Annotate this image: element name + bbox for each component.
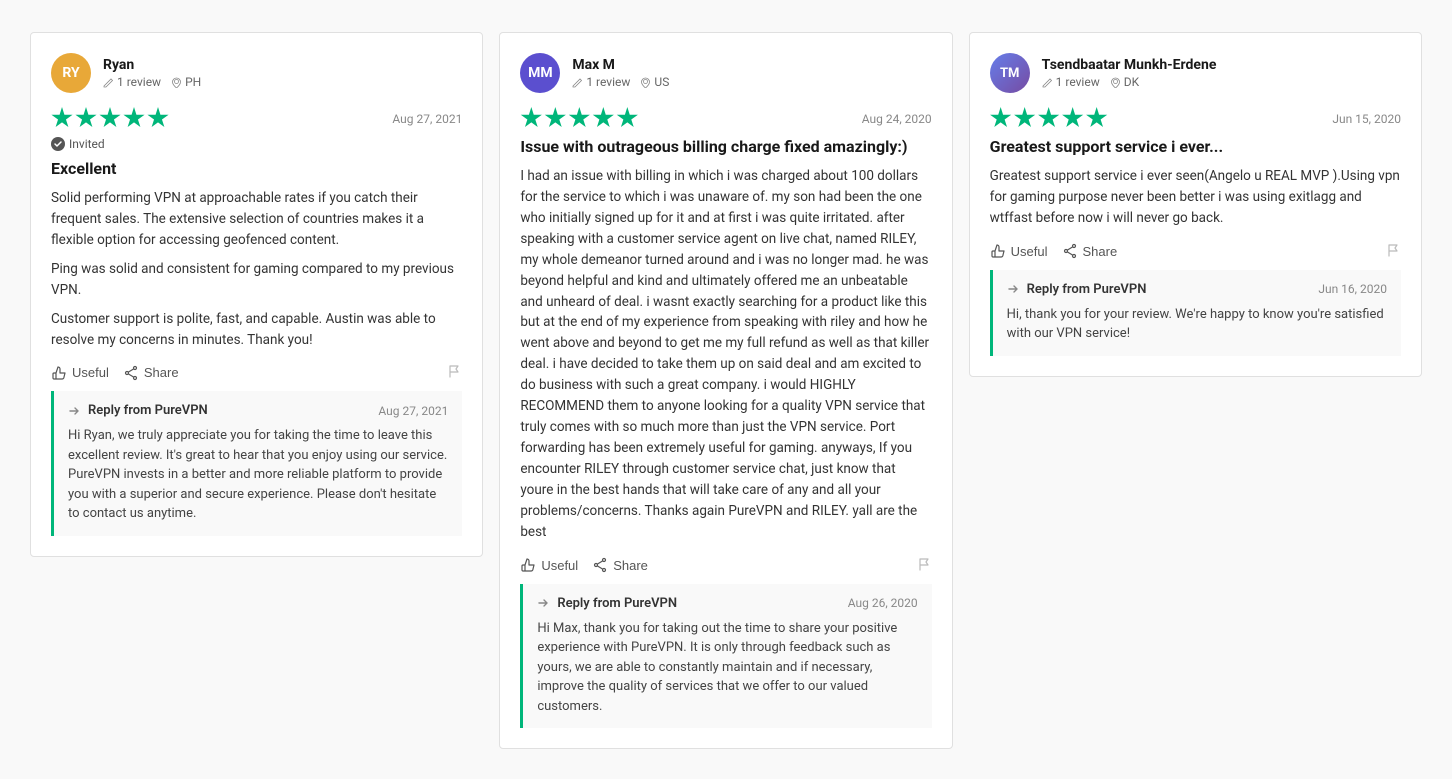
reply-date: Aug 27, 2021 bbox=[378, 404, 448, 418]
flag-button[interactable] bbox=[918, 557, 932, 574]
review-body: Greatest support service i ever seen(Ang… bbox=[990, 166, 1401, 229]
stars bbox=[520, 107, 638, 131]
pencil-icon bbox=[572, 77, 583, 88]
share-button[interactable]: Share bbox=[1062, 243, 1118, 259]
check-circle-icon bbox=[51, 137, 65, 151]
review-paragraph: Greatest support service i ever seen(Ang… bbox=[990, 166, 1401, 229]
reply-icon bbox=[537, 596, 551, 610]
thumbs-up-icon bbox=[520, 557, 536, 573]
reply-from: Reply from PureVPN bbox=[1007, 282, 1147, 297]
useful-button[interactable]: Useful bbox=[990, 243, 1048, 259]
action-left: Useful Share bbox=[51, 365, 179, 381]
reviewer-meta: 1 review PH bbox=[103, 75, 462, 89]
reply-date: Jun 16, 2020 bbox=[1318, 282, 1387, 296]
page-header bbox=[0, 0, 1452, 32]
thumbs-up-icon bbox=[990, 243, 1006, 259]
reviewer-info: Ryan 1 review bbox=[103, 57, 462, 89]
location-icon bbox=[640, 77, 651, 88]
reviewer-reviews: 1 review bbox=[572, 75, 630, 89]
reviewer-meta: 1 review US bbox=[572, 75, 931, 89]
reply-body: Hi, thank you for your review. We're hap… bbox=[1007, 305, 1387, 344]
invited-label: Invited bbox=[69, 137, 105, 151]
reviewer-meta: 1 review DK bbox=[1042, 75, 1401, 89]
reviewer-name: Max M bbox=[572, 57, 931, 73]
flag-button[interactable] bbox=[448, 364, 462, 381]
reply-body: Hi Ryan, we truly appreciate you for tak… bbox=[68, 426, 448, 524]
reply-date: Aug 26, 2020 bbox=[848, 596, 918, 610]
avatar: RY bbox=[51, 53, 91, 93]
reviewer-info: Max M 1 review bbox=[572, 57, 931, 89]
review-rating-row: Jun 15, 2020 bbox=[990, 107, 1401, 131]
pencil-icon bbox=[103, 77, 114, 88]
reply-from: Reply from PureVPN bbox=[537, 596, 677, 611]
review-body: I had an issue with billing in which i w… bbox=[520, 166, 931, 543]
share-icon bbox=[592, 557, 608, 573]
reviewer-name: Tsendbaatar Munkh-Erdene bbox=[1042, 57, 1401, 73]
useful-button[interactable]: Useful bbox=[51, 365, 109, 381]
flag-icon bbox=[918, 557, 932, 571]
reviewer-info: Tsendbaatar Munkh-Erdene 1 review bbox=[1042, 57, 1401, 89]
reply-box: Reply from PureVPN Jun 16, 2020 Hi, than… bbox=[990, 270, 1401, 356]
flag-button[interactable] bbox=[1387, 243, 1401, 260]
review-date: Jun 15, 2020 bbox=[1332, 112, 1401, 126]
thumbs-up-icon bbox=[51, 365, 67, 381]
avatar: TM bbox=[990, 53, 1030, 93]
reply-body: Hi Max, thank you for taking out the tim… bbox=[537, 619, 917, 717]
share-icon bbox=[123, 365, 139, 381]
review-card: TM Tsendbaatar Munkh-Erdene 1 review bbox=[969, 32, 1422, 377]
review-actions: Useful Share bbox=[520, 557, 931, 574]
review-title: Excellent bbox=[51, 159, 462, 178]
reviewer-name: Ryan bbox=[103, 57, 462, 73]
share-icon bbox=[1062, 243, 1078, 259]
review-title: Greatest support service i ever... bbox=[990, 137, 1401, 156]
review-card: RY Ryan 1 review bbox=[30, 32, 483, 557]
review-actions: Useful Share bbox=[990, 243, 1401, 260]
reply-header: Reply from PureVPN Aug 26, 2020 bbox=[537, 596, 917, 611]
review-actions: Useful Share bbox=[51, 364, 462, 381]
review-title: Issue with outrageous billing charge fix… bbox=[520, 137, 931, 156]
location-icon bbox=[1110, 77, 1121, 88]
reply-header: Reply from PureVPN Jun 16, 2020 bbox=[1007, 282, 1387, 297]
flag-icon bbox=[1387, 243, 1401, 257]
reply-box: Reply from PureVPN Aug 26, 2020 Hi Max, … bbox=[520, 584, 931, 729]
review-card: MM Max M 1 review bbox=[499, 32, 952, 749]
review-date: Aug 27, 2021 bbox=[392, 112, 462, 126]
action-left: Useful Share bbox=[990, 243, 1118, 259]
stars bbox=[990, 107, 1108, 131]
review-paragraph: I had an issue with billing in which i w… bbox=[520, 166, 931, 543]
reply-box: Reply from PureVPN Aug 27, 2021 Hi Ryan,… bbox=[51, 391, 462, 536]
reviews-container: RY Ryan 1 review bbox=[0, 32, 1452, 779]
stars bbox=[51, 107, 169, 131]
share-button[interactable]: Share bbox=[123, 365, 179, 381]
share-button[interactable]: Share bbox=[592, 557, 648, 573]
review-paragraph: Ping was solid and consistent for gaming… bbox=[51, 259, 462, 301]
pencil-icon bbox=[1042, 77, 1053, 88]
invited-badge: Invited bbox=[51, 137, 462, 151]
review-rating-row: Aug 27, 2021 bbox=[51, 107, 462, 131]
reviewer-country: US bbox=[640, 75, 669, 89]
review-paragraph: Customer support is polite, fast, and ca… bbox=[51, 309, 462, 351]
reviewer-country: DK bbox=[1110, 75, 1139, 89]
reviewer-reviews: 1 review bbox=[1042, 75, 1100, 89]
reviewer-header: MM Max M 1 review bbox=[520, 53, 931, 93]
reviewer-header: TM Tsendbaatar Munkh-Erdene 1 review bbox=[990, 53, 1401, 93]
reply-header: Reply from PureVPN Aug 27, 2021 bbox=[68, 403, 448, 418]
review-body: Solid performing VPN at approachable rat… bbox=[51, 188, 462, 350]
useful-button[interactable]: Useful bbox=[520, 557, 578, 573]
reply-icon bbox=[68, 404, 82, 418]
reply-from: Reply from PureVPN bbox=[68, 403, 208, 418]
reviewer-reviews: 1 review bbox=[103, 75, 161, 89]
reviewer-header: RY Ryan 1 review bbox=[51, 53, 462, 93]
location-icon bbox=[171, 77, 182, 88]
review-date: Aug 24, 2020 bbox=[862, 112, 932, 126]
avatar: MM bbox=[520, 53, 560, 93]
review-rating-row: Aug 24, 2020 bbox=[520, 107, 931, 131]
flag-icon bbox=[448, 364, 462, 378]
reply-icon bbox=[1007, 282, 1021, 296]
action-left: Useful Share bbox=[520, 557, 648, 573]
reviewer-country: PH bbox=[171, 75, 201, 89]
review-paragraph: Solid performing VPN at approachable rat… bbox=[51, 188, 462, 251]
